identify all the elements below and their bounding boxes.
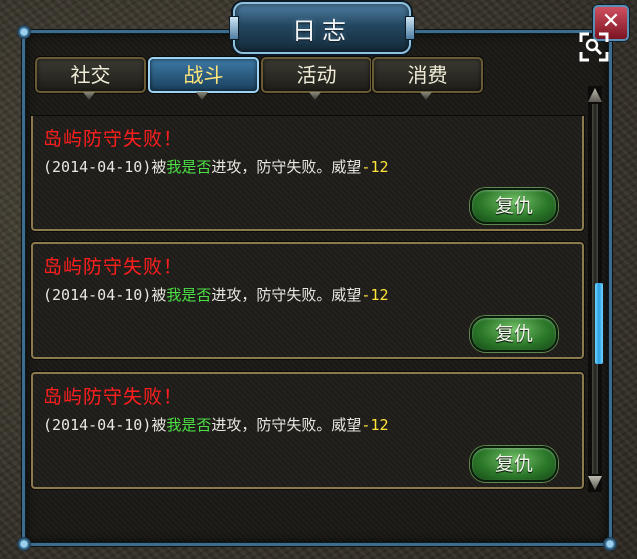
entry-date: (2014-04-10) [43, 286, 152, 304]
scroll-down-arrow-icon[interactable] [588, 476, 602, 490]
attacker-name[interactable]: 我是否 [166, 158, 211, 176]
entry-date: (2014-04-10) [43, 416, 152, 434]
entry-title: 岛屿防守失败！ [43, 386, 184, 408]
title-plate-cap [229, 16, 239, 40]
scroll-rail[interactable] [592, 104, 603, 474]
revenge-button[interactable]: 复仇 [470, 316, 558, 352]
log-entry: 岛屿防守失败！ (2014-04-10)被我是否进攻，防守失败。威望-12 复仇 [31, 372, 584, 489]
tab-battle[interactable]: 战斗 [148, 57, 259, 93]
entry-detail: (2014-04-10)被我是否进攻，防守失败。威望-12 [43, 284, 389, 305]
window-title: 日志 [292, 16, 352, 45]
corner-ornament [603, 537, 617, 551]
scroll-thumb[interactable] [595, 283, 603, 364]
prestige-change: -12 [361, 416, 389, 434]
entry-result: 进攻，防守失败。威望 [211, 158, 362, 176]
attacker-name[interactable]: 我是否 [166, 416, 211, 434]
tab-label: 社交 [70, 63, 111, 87]
scrollbar[interactable] [588, 86, 603, 492]
corner-ornament [17, 25, 31, 39]
entry-prefix: 被 [151, 158, 167, 176]
entry-title: 岛屿防守失败！ [43, 128, 184, 150]
log-entry: 岛屿防守失败！ (2014-04-10)被我是否进攻，防守失败。威望-12 复仇 [31, 242, 584, 359]
revenge-button[interactable]: 复仇 [470, 188, 558, 224]
log-entry: 岛屿防守失败！ (2014-04-10)被我是否进攻，防守失败。威望-12 复仇 [31, 116, 584, 231]
entry-title: 岛屿防守失败！ [43, 256, 184, 278]
tab-label: 活动 [296, 63, 337, 87]
tab-social[interactable]: 社交 [35, 57, 146, 93]
entry-detail: (2014-04-10)被我是否进攻，防守失败。威望-12 [43, 156, 389, 177]
tab-events[interactable]: 活动 [261, 57, 372, 93]
entry-prefix: 被 [151, 416, 167, 434]
window-title-plate: 日志 [229, 2, 415, 54]
revenge-button[interactable]: 复仇 [470, 446, 558, 482]
entry-date: (2014-04-10) [43, 158, 152, 176]
tab-spending[interactable]: 消费 [372, 57, 483, 93]
title-plate-cap [405, 16, 415, 40]
prestige-change: -12 [361, 286, 389, 304]
tab-label: 战斗 [183, 63, 224, 87]
entry-result: 进攻，防守失败。威望 [211, 416, 362, 434]
magnifier-icon [579, 32, 609, 62]
zoom-button[interactable] [578, 31, 610, 63]
prestige-change: -12 [361, 158, 389, 176]
scroll-up-arrow-icon[interactable] [588, 88, 602, 102]
corner-ornament [17, 537, 31, 551]
entry-prefix: 被 [151, 286, 167, 304]
entry-detail: (2014-04-10)被我是否进攻，防守失败。威望-12 [43, 414, 389, 435]
attacker-name[interactable]: 我是否 [166, 286, 211, 304]
tab-label: 消费 [407, 63, 448, 87]
entry-result: 进攻，防守失败。威望 [211, 286, 362, 304]
